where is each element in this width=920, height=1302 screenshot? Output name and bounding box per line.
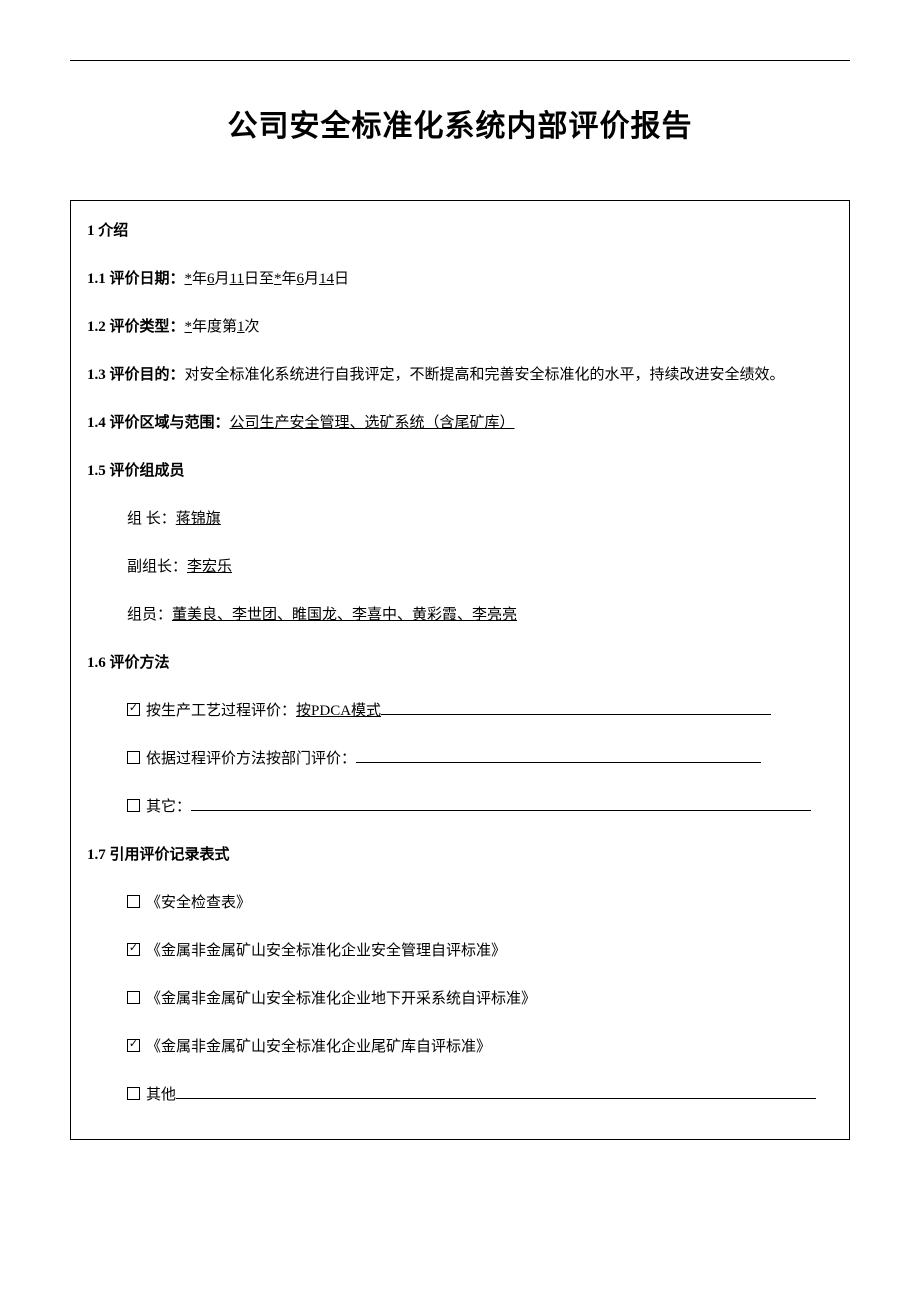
- label-method-1: 按生产工艺过程评价：: [146, 703, 296, 719]
- row-record-2: 《金属非金属矿山安全标准化企业安全管理自评标准》: [87, 939, 833, 963]
- blank-line-method-3: [191, 810, 811, 811]
- row-record-3: 《金属非金属矿山安全标准化企业地下开采系统自评标准》: [87, 987, 833, 1011]
- label-eval-purpose: 1.3 评价目的：: [87, 367, 185, 383]
- label-eval-scope: 1.4 评价区域与范围：: [87, 415, 230, 431]
- date-p2: 年: [192, 271, 207, 287]
- content-box: 1 介绍 1.1 评价日期：*年6月11日至*年6月14日 1.2 评价类型：*…: [70, 200, 850, 1140]
- date-p7: *: [274, 271, 282, 287]
- row-method-2: 依据过程评价方法按部门评价：: [87, 747, 833, 771]
- value-members: 董美良、李世团、睢国龙、李喜中、黄彩霞、李亮亮: [172, 607, 517, 623]
- text-eval-scope: 公司生产安全管理、选矿系统（含尾矿库）: [230, 415, 515, 431]
- label-records: 1.7 引用评价记录表式: [87, 843, 833, 867]
- row-members: 组员：董美良、李世团、睢国龙、李喜中、黄彩霞、李亮亮: [87, 603, 833, 627]
- row-vice: 副组长：李宏乐: [87, 555, 833, 579]
- row-record-4: 《金属非金属矿山安全标准化企业尾矿库自评标准》: [87, 1035, 833, 1059]
- date-p5: 11: [230, 271, 244, 287]
- checkbox-record-1[interactable]: [127, 895, 140, 908]
- text-record-4: 《金属非金属矿山安全标准化企业尾矿库自评标准》: [146, 1039, 491, 1055]
- date-p8: 年: [282, 271, 297, 287]
- text-record-3: 《金属非金属矿山安全标准化企业地下开采系统自评标准》: [146, 991, 536, 1007]
- date-p4: 月: [215, 271, 230, 287]
- label-eval-type: 1.2 评价类型：: [87, 319, 185, 335]
- checkbox-record-2[interactable]: [127, 943, 140, 956]
- row-eval-scope: 1.4 评价区域与范围：公司生产安全管理、选矿系统（含尾矿库）: [87, 411, 833, 435]
- row-method-3: 其它：: [87, 795, 833, 819]
- date-p10: 月: [304, 271, 319, 287]
- label-method-2: 依据过程评价方法按部门评价：: [146, 751, 356, 767]
- date-p11: 14: [319, 271, 334, 287]
- date-p1: *: [185, 271, 193, 287]
- label-method-3: 其它：: [146, 799, 191, 815]
- checkbox-method-1[interactable]: [127, 703, 140, 716]
- row-eval-purpose: 1.3 评价目的：对安全标准化系统进行自我评定，不断提高和完善安全标准化的水平，…: [87, 363, 833, 387]
- type-p1: *: [185, 319, 193, 335]
- label-leader: 组 长：: [127, 511, 176, 527]
- row-leader: 组 长：蒋锦旗: [87, 507, 833, 531]
- label-vice: 副组长：: [127, 559, 187, 575]
- text-record-2: 《金属非金属矿山安全标准化企业安全管理自评标准》: [146, 943, 506, 959]
- row-method-1: 按生产工艺过程评价：按PDCA模式: [87, 699, 833, 723]
- text-record-1: 《安全检查表》: [146, 895, 251, 911]
- blank-line-method-1: [381, 714, 771, 715]
- value-leader: 蒋锦旗: [176, 511, 221, 527]
- checkbox-record-4[interactable]: [127, 1039, 140, 1052]
- label-members: 组员：: [127, 607, 172, 623]
- label-method: 1.6 评价方法: [87, 651, 833, 675]
- checkbox-record-3[interactable]: [127, 991, 140, 1004]
- row-eval-date: 1.1 评价日期：*年6月11日至*年6月14日: [87, 267, 833, 291]
- text-eval-purpose: 对安全标准化系统进行自我评定，不断提高和完善安全标准化的水平，持续改进安全绩效。: [185, 367, 785, 383]
- label-eval-date: 1.1 评价日期：: [87, 271, 185, 287]
- date-p3: 6: [207, 271, 215, 287]
- row-record-5: 其他: [87, 1083, 833, 1107]
- checkbox-record-5[interactable]: [127, 1087, 140, 1100]
- document-title: 公司安全标准化系统内部评价报告: [70, 101, 850, 145]
- type-p3: 1: [237, 319, 245, 335]
- label-record-5: 其他: [146, 1087, 176, 1103]
- date-p9: 6: [297, 271, 305, 287]
- value-vice: 李宏乐: [187, 559, 232, 575]
- row-eval-type: 1.2 评价类型：*年度第1次: [87, 315, 833, 339]
- value-method-1: 按PDCA模式: [296, 703, 381, 719]
- checkbox-method-3[interactable]: [127, 799, 140, 812]
- header-rule: [70, 60, 850, 61]
- blank-line-record-5: [176, 1098, 816, 1099]
- date-p6: 日至: [244, 271, 274, 287]
- checkbox-method-2[interactable]: [127, 751, 140, 764]
- label-team: 1.5 评价组成员: [87, 459, 833, 483]
- row-record-1: 《安全检查表》: [87, 891, 833, 915]
- blank-line-method-2: [356, 762, 761, 763]
- section-1-heading: 1 介绍: [87, 219, 833, 243]
- type-p2: 年度第: [192, 319, 237, 335]
- type-p4: 次: [245, 319, 260, 335]
- date-p12: 日: [334, 271, 349, 287]
